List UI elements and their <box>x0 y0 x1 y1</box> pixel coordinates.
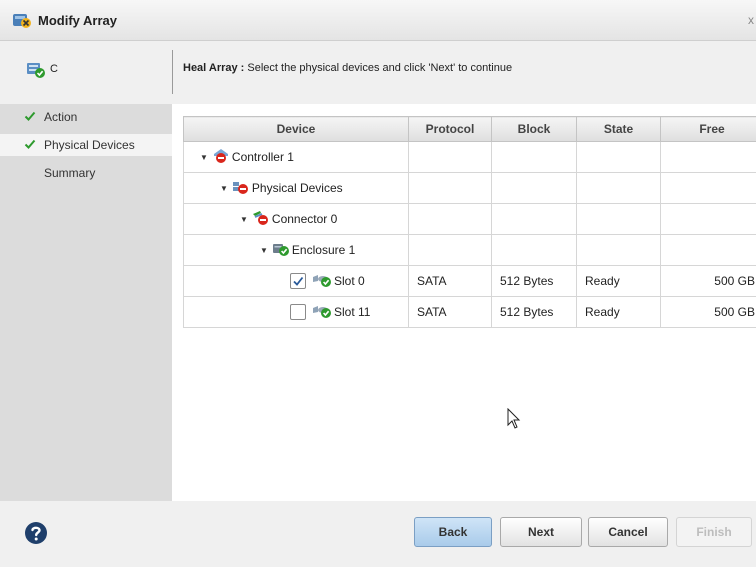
wizard-footer: Back Next Cancel Finish <box>0 501 756 567</box>
device-cell: ▼ Controller 1 <box>183 141 409 173</box>
tree-row-controller[interactable]: ▼ Controller 1 <box>183 141 756 173</box>
state-cell: Ready <box>576 265 661 297</box>
free-cell <box>660 141 756 173</box>
state-cell <box>576 203 661 235</box>
title-bar: Modify Array x <box>0 0 756 41</box>
tree-row-slot-0[interactable]: Slot 0 SATA 512 Bytes Ready 500 GB <box>183 265 756 297</box>
free-cell <box>660 172 756 204</box>
block-cell <box>491 172 577 204</box>
step-label: Summary <box>44 166 96 180</box>
state-cell <box>576 234 661 266</box>
tree-row-physical-devices[interactable]: ▼ Physical Devices <box>183 172 756 204</box>
free-cell <box>660 203 756 235</box>
device-label: Physical Devices <box>251 181 343 195</box>
modify-array-icon <box>12 11 32 32</box>
controller-icon <box>212 148 230 167</box>
protocol-cell <box>408 234 492 266</box>
device-selection-panel: Device Protocol Block State Free ▼ Contr… <box>172 104 756 501</box>
block-cell <box>491 141 577 173</box>
column-header-free[interactable]: Free <box>660 116 756 142</box>
device-cell: ▼ Physical Devices <box>183 172 409 204</box>
connector-icon <box>252 210 270 229</box>
expand-arrow-icon[interactable]: ▼ <box>220 184 228 193</box>
free-cell <box>660 234 756 266</box>
step-summary[interactable]: Summary <box>0 162 172 184</box>
block-cell <box>491 203 577 235</box>
device-label: Slot 0 <box>334 274 365 288</box>
help-icon[interactable] <box>24 521 48 548</box>
state-cell <box>576 172 661 204</box>
column-header-device[interactable]: Device <box>183 116 409 142</box>
step-action[interactable]: Action <box>0 106 172 128</box>
cancel-button[interactable]: Cancel <box>588 517 668 547</box>
free-cell: 500 GB <box>660 296 756 328</box>
step-label: Physical Devices <box>44 138 135 152</box>
protocol-cell: SATA <box>408 296 492 328</box>
mouse-cursor-icon <box>507 407 521 433</box>
table-header-row: Device Protocol Block State Free <box>183 116 756 142</box>
device-table: Device Protocol Block State Free ▼ Contr… <box>183 116 756 328</box>
step-label: Action <box>44 110 78 124</box>
device-label: Connector 0 <box>271 212 338 226</box>
tree-row-connector[interactable]: ▼ Connector 0 <box>183 203 756 235</box>
back-button[interactable]: Back <box>414 517 492 547</box>
device-cell: ▼ Enclosure 1 <box>183 234 409 266</box>
enclosure-icon <box>272 241 290 260</box>
device-label: Slot 11 <box>334 305 371 319</box>
window-title: Modify Array <box>38 13 117 28</box>
free-cell: 500 GB <box>660 265 756 297</box>
controller-ok-icon <box>26 61 46 82</box>
tree-row-slot-11[interactable]: Slot 11 SATA 512 Bytes Ready 500 GB <box>183 296 756 328</box>
expand-arrow-icon[interactable]: ▼ <box>240 215 248 224</box>
check-icon <box>24 110 36 125</box>
state-cell: Ready <box>576 296 661 328</box>
header-divider <box>172 50 173 94</box>
check-icon <box>24 138 36 153</box>
disk-icon <box>312 272 332 291</box>
protocol-cell <box>408 203 492 235</box>
finish-button[interactable]: Finish <box>676 517 752 547</box>
wizard-steps-sidebar: Action Physical Devices Summary <box>0 104 172 501</box>
disk-icon <box>312 303 332 322</box>
next-button[interactable]: Next <box>500 517 582 547</box>
controller-name: C <box>50 63 58 75</box>
block-cell: 512 Bytes <box>491 296 577 328</box>
physical-devices-icon <box>232 179 250 198</box>
protocol-cell <box>408 141 492 173</box>
instruction-text: Heal Array : Select the physical devices… <box>183 62 512 74</box>
column-header-state[interactable]: State <box>576 116 661 142</box>
tree-row-enclosure[interactable]: ▼ Enclosure 1 <box>183 234 756 266</box>
device-cell: Slot 11 <box>183 296 409 328</box>
slot-11-checkbox[interactable] <box>290 304 306 320</box>
device-label: Enclosure 1 <box>291 243 356 257</box>
column-header-block[interactable]: Block <box>491 116 577 142</box>
instruction-bold: Heal Array : <box>183 62 245 74</box>
protocol-cell: SATA <box>408 265 492 297</box>
device-cell: Slot 0 <box>183 265 409 297</box>
block-cell <box>491 234 577 266</box>
state-cell <box>576 141 661 173</box>
slot-0-checkbox[interactable] <box>290 273 306 289</box>
block-cell: 512 Bytes <box>491 265 577 297</box>
column-header-protocol[interactable]: Protocol <box>408 116 492 142</box>
close-icon[interactable]: x <box>748 13 754 27</box>
expand-arrow-icon[interactable]: ▼ <box>260 246 268 255</box>
controller-header: C <box>0 41 172 98</box>
protocol-cell <box>408 172 492 204</box>
device-label: Controller 1 <box>231 150 294 164</box>
step-physical-devices[interactable]: Physical Devices <box>0 134 172 156</box>
device-cell: ▼ Connector 0 <box>183 203 409 235</box>
instruction-body: Select the physical devices and click 'N… <box>244 62 513 74</box>
expand-arrow-icon[interactable]: ▼ <box>200 153 208 162</box>
